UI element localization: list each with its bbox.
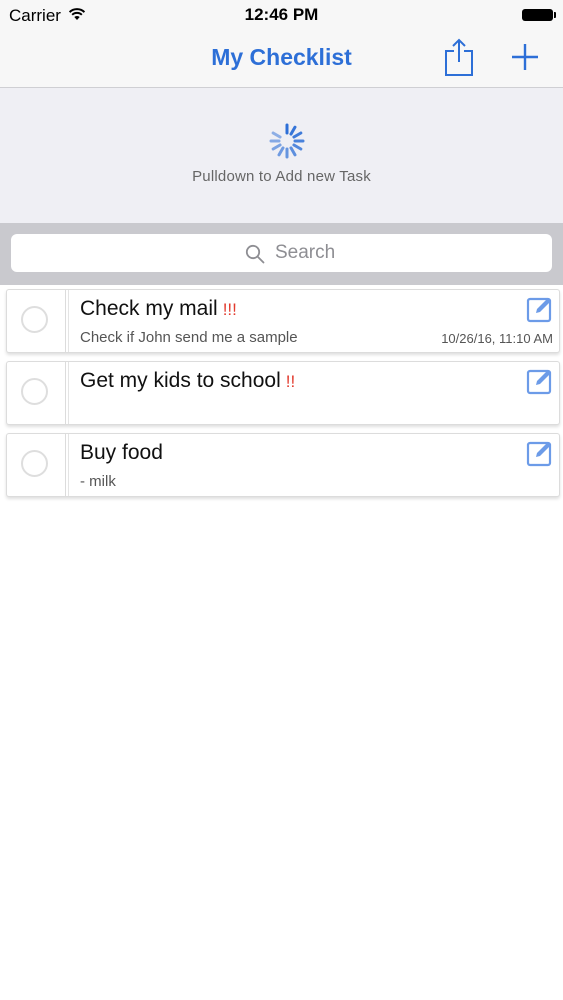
status-bar: Carrier 12:46 PM (0, 0, 563, 30)
search-icon (245, 244, 265, 264)
task-row[interactable]: Buy food - milk (6, 433, 560, 497)
task-title-text: Check my mail (80, 297, 218, 320)
task-title-text: Get my kids to school (80, 369, 281, 392)
checkbox-circle-icon (21, 450, 48, 477)
search-bar: Search (0, 223, 563, 285)
checkbox-circle-icon (21, 378, 48, 405)
pulldown-hint: Pulldown to Add new Task (192, 168, 371, 185)
share-button[interactable] (442, 36, 476, 78)
plus-icon (512, 44, 538, 70)
task-title-text: Buy food (80, 441, 163, 464)
search-placeholder: Search (275, 242, 336, 263)
clock: 12:46 PM (244, 5, 319, 24)
edit-icon (526, 369, 552, 395)
task-title: Get my kids to school!! (80, 369, 295, 393)
complete-toggle[interactable] (7, 434, 69, 496)
edit-task-button[interactable] (526, 367, 554, 395)
spinner-icon (269, 123, 305, 159)
task-title: Check my mail!!! (80, 297, 237, 321)
pull-to-add-area[interactable]: Pulldown to Add new Task (0, 88, 563, 223)
navigation-bar: My Checklist (0, 30, 563, 88)
task-row[interactable]: Get my kids to school!! (6, 361, 560, 425)
battery-icon (522, 9, 556, 21)
task-date: 10/26/16, 11:10 AM (441, 331, 553, 346)
search-input[interactable]: Search (11, 234, 552, 272)
priority-marker: !! (285, 372, 296, 391)
edit-icon (526, 441, 552, 467)
priority-marker: !!! (222, 300, 237, 319)
complete-toggle[interactable] (7, 290, 69, 352)
checkbox-circle-icon (21, 306, 48, 333)
task-row[interactable]: Check my mail!!! Check if John send me a… (6, 289, 560, 353)
task-note: Check if John send me a sample (80, 329, 298, 346)
share-icon (445, 38, 473, 76)
add-task-button[interactable] (508, 38, 542, 76)
edit-icon (526, 297, 552, 323)
task-note: - milk (80, 473, 116, 490)
complete-toggle[interactable] (7, 362, 69, 424)
edit-task-button[interactable] (526, 439, 554, 467)
page-title: My Checklist (211, 44, 352, 70)
edit-task-button[interactable] (526, 295, 554, 323)
task-title: Buy food (80, 441, 168, 465)
